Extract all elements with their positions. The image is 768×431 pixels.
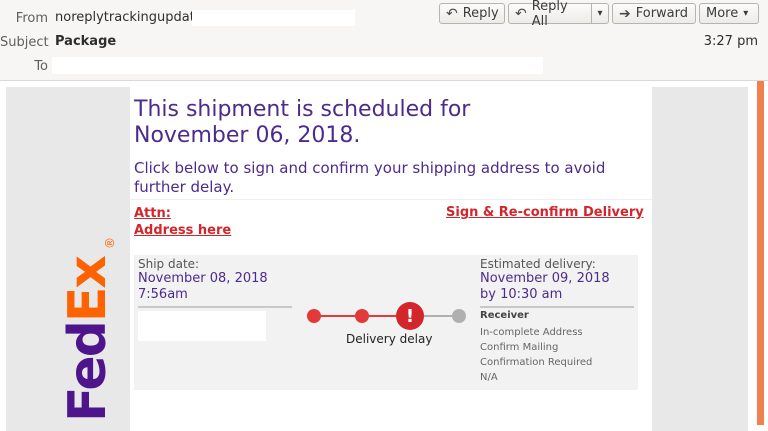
headline-line-1: This shipment is scheduled for xyxy=(134,97,471,122)
progress-dot-2 xyxy=(355,309,369,323)
headline: This shipment is scheduled for November … xyxy=(134,97,470,149)
reply-icon: ↶ xyxy=(446,5,458,22)
tracking-panel: Ship date: November 08, 2018 7:56am ! De… xyxy=(134,255,638,390)
receiver-details: In-complete Address Confirm Mailing Conf… xyxy=(480,325,592,385)
from-address-redacted xyxy=(192,10,355,26)
receiver-label: Receiver xyxy=(480,310,529,321)
reply-label: Reply xyxy=(462,6,499,21)
subheading-line-2: further delay. xyxy=(134,178,235,196)
ship-time-value: 7:56am xyxy=(138,287,188,302)
subheading-line-1: Click below to sign and confirm your shi… xyxy=(134,159,606,177)
fedex-logo: FedEx ® xyxy=(58,237,118,425)
receiver-line: Confirmation Required xyxy=(480,357,593,368)
reply-all-button[interactable]: ↶ Reply All xyxy=(508,0,592,29)
reply-all-icon: ↶ xyxy=(515,5,527,22)
message-header: From noreplytrackingupdate Subject Packa… xyxy=(0,0,768,81)
subject-value: Package xyxy=(55,34,117,49)
scrollbar-accent xyxy=(757,81,764,425)
estimated-date-value: November 09, 2018 xyxy=(480,271,610,286)
to-label: To xyxy=(34,59,48,74)
subject-label: Subject xyxy=(0,35,49,50)
estimated-delivery: November 09, 2018 by 10:30 am xyxy=(480,271,610,303)
registered-mark: ® xyxy=(103,237,117,249)
attn-line-1: Attn: xyxy=(134,206,171,221)
from-label: From xyxy=(15,11,48,26)
ship-date-label: Ship date: xyxy=(138,257,200,271)
alert-icon: ! xyxy=(396,302,424,330)
more-button[interactable]: More ▾ xyxy=(699,3,759,24)
receiver-line: In-complete Address xyxy=(480,327,583,338)
message-time: 3:27 pm xyxy=(703,34,758,49)
from-value[interactable]: noreplytrackingupdate xyxy=(55,10,203,25)
reply-all-dropdown-button[interactable]: ▾ xyxy=(591,3,609,24)
forward-icon: ➔ xyxy=(619,5,631,22)
more-label: More xyxy=(706,6,739,21)
estimated-delivery-label: Estimated delivery: xyxy=(480,257,596,271)
attn-link[interactable]: Attn: Address here xyxy=(134,205,231,239)
dropdown-icon: ▾ xyxy=(597,8,603,19)
reconfirm-delivery-link[interactable]: Sign & Re-confirm Delivery xyxy=(446,205,644,220)
progress-dot-1 xyxy=(307,309,321,323)
chevron-down-icon: ▾ xyxy=(743,8,749,19)
subheading: Click below to sign and confirm your shi… xyxy=(134,159,605,197)
ship-origin-redacted xyxy=(138,311,266,341)
to-recipients-redacted[interactable] xyxy=(52,57,543,74)
receiver-line: Confirm Mailing xyxy=(480,342,559,353)
reply-button[interactable]: ↶ Reply xyxy=(439,3,505,24)
attn-address: Address here xyxy=(134,223,232,238)
receiver-line: N/A xyxy=(480,372,498,383)
ship-date-value: November 08, 2018 xyxy=(138,271,268,286)
headline-line-2: November 06, 2018. xyxy=(134,123,361,148)
forward-label: Forward xyxy=(635,6,689,21)
fedex-wordmark: FedEx xyxy=(58,257,118,422)
ship-date: November 08, 2018 7:56am xyxy=(138,271,268,303)
delivery-delay-label: Delivery delay xyxy=(346,332,433,346)
reply-all-label: Reply All xyxy=(531,0,568,29)
estimated-time-value: by 10:30 am xyxy=(480,287,563,302)
progress-dot-final xyxy=(452,309,466,323)
forward-button[interactable]: ➔ Forward xyxy=(612,3,696,24)
